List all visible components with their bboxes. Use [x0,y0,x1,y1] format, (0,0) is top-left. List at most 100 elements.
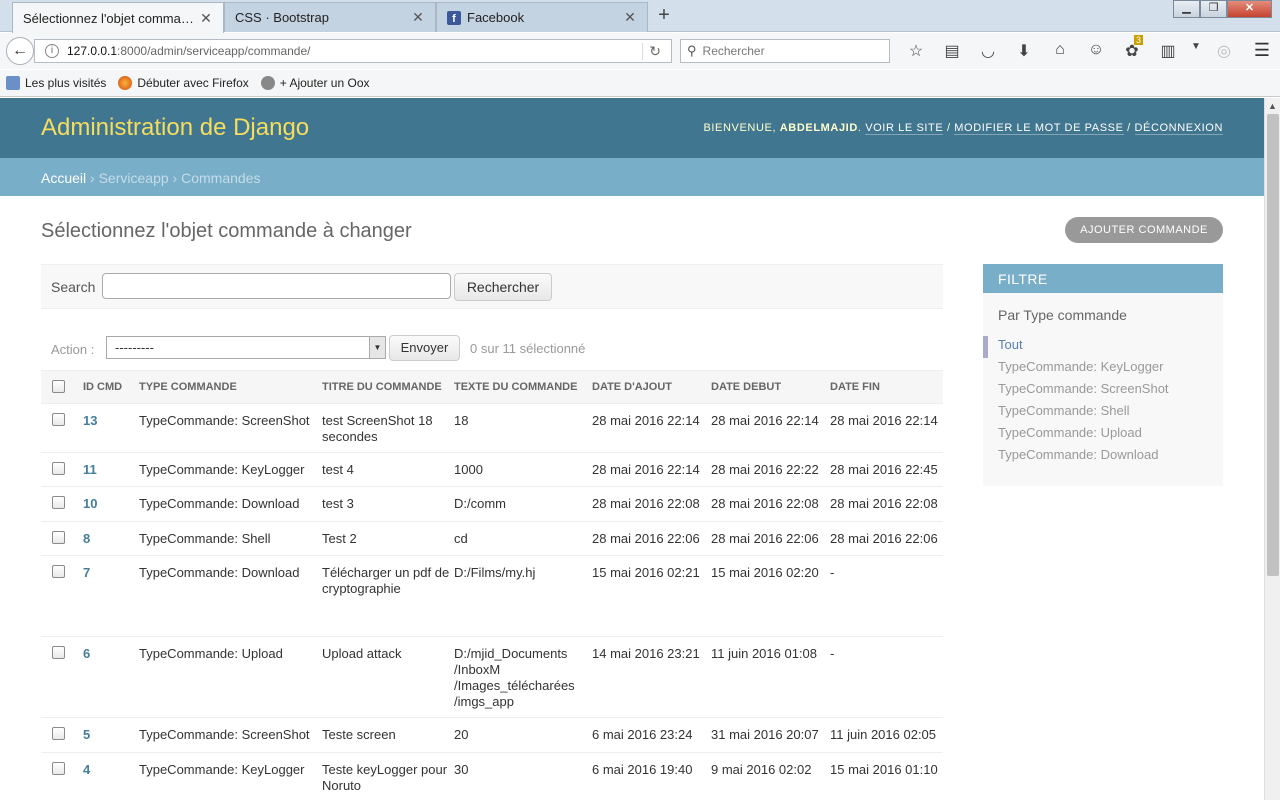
bookmark-folder-icon [6,76,20,90]
row-checkbox[interactable] [52,565,65,578]
cell-type: TypeCommande: KeyLogger [139,752,322,800]
search-button[interactable]: Rechercher [454,273,552,301]
cell-texte: cd [454,521,592,556]
reload-icon[interactable]: ↻ [642,43,661,60]
clipboard-icon[interactable]: ▥ [1150,41,1186,61]
filter-option-screenshot[interactable]: TypeCommande: ScreenShot [983,380,1223,402]
cell-titre: Teste keyLogger pour Noruto [322,752,454,800]
row-id-link[interactable]: 11 [83,462,97,477]
cell-date-debut: 11 juin 2016 01:08 [711,636,830,718]
row-checkbox[interactable] [52,496,65,509]
column-header-date-ajout[interactable]: Date d'ajout [592,370,711,404]
filter-option-download[interactable]: TypeCommande: Download [983,446,1223,468]
reading-list-icon[interactable]: ▤ [934,41,970,61]
bookmark-add-oox[interactable]: + Ajouter un Oox [260,76,370,90]
add-commande-button[interactable]: Ajouter commande [1065,217,1223,243]
column-header-date-fin[interactable]: Date fin [830,370,943,404]
hamburger-menu-icon[interactable]: ☰ [1254,40,1270,61]
pocket-icon[interactable]: ◡ [970,41,1006,61]
filter-option-keylogger[interactable]: TypeCommande: KeyLogger [983,358,1223,380]
actions-bar: Action : --------- ▼ Envoyer 0 sur 11 sé… [41,334,943,362]
row-checkbox[interactable] [52,413,65,426]
browser-search-input[interactable]: ⚲ Rechercher [680,39,890,63]
addon-badge: 3 [1134,35,1144,45]
cell-date-fin: - [830,555,943,637]
row-checkbox[interactable] [52,762,65,775]
dropdown-arrow-icon[interactable]: ▼ [1186,41,1206,61]
row-id-link[interactable]: 6 [83,646,90,661]
column-header-type[interactable]: Type commande [139,370,322,404]
cell-titre: Test 2 [322,521,454,556]
cell-date-ajout: 28 mai 2016 22:14 [592,403,711,453]
page-scrollbar[interactable]: ▲ [1264,98,1280,800]
row-id-link[interactable]: 7 [83,565,90,580]
bookmark-star-icon[interactable]: ☆ [898,41,934,61]
run-action-button[interactable]: Envoyer [389,335,460,361]
view-site-link[interactable]: Voir le site [865,122,944,135]
download-icon[interactable]: ⬇ [1006,41,1042,61]
bookmark-most-visited[interactable]: Les plus visités [6,76,106,90]
filter-option-shell[interactable]: TypeCommande: Shell [983,402,1223,424]
scroll-up-icon[interactable]: ▲ [1265,98,1280,114]
new-tab-button[interactable]: + [652,4,676,28]
cell-date-ajout: 14 mai 2016 23:21 [592,636,711,718]
column-header-id[interactable]: ID CMD [83,370,139,404]
filter-option-upload[interactable]: TypeCommande: Upload [983,424,1223,446]
row-id-link[interactable]: 13 [83,413,97,428]
breadcrumb-home[interactable]: Accueil [41,170,86,186]
scrollbar-thumb[interactable] [1267,114,1279,576]
bookmark-getting-started[interactable]: Débuter avec Firefox [118,76,249,90]
row-id-link[interactable]: 5 [83,727,90,742]
tab-close-icon[interactable]: ✕ [623,9,637,26]
cell-date-ajout: 15 mai 2016 02:21 [592,555,711,637]
row-checkbox[interactable] [52,531,65,544]
change-password-link[interactable]: Modifier le mot de passe [954,122,1124,135]
table-row: 6 TypeCommande: Upload Upload attack D:/… [41,636,943,718]
column-header-titre[interactable]: Titre du commande [322,370,454,404]
site-name[interactable]: Administration de Django [41,114,309,142]
row-id-link[interactable]: 8 [83,531,90,546]
row-checkbox[interactable] [52,462,65,475]
select-all-checkbox[interactable] [52,380,65,393]
addon-icon[interactable]: ✿ 3 [1114,35,1150,61]
row-id-link[interactable]: 10 [83,496,97,511]
column-header-texte[interactable]: Texte du commande [454,370,592,404]
column-header-date-debut[interactable]: Date debut [711,370,830,404]
cell-date-debut: 28 mai 2016 22:06 [711,521,830,556]
cell-date-ajout: 6 mai 2016 19:40 [592,752,711,800]
row-id-link[interactable]: 4 [83,762,90,777]
minimize-icon[interactable]: ▁ [1173,0,1200,18]
window-close-icon[interactable]: ✕ [1227,0,1272,18]
bookmarks-bar: Les plus visités Débuter avec Firefox + … [0,70,1280,97]
tab-admin[interactable]: Sélectionnez l'objet command... ✕ [12,2,224,33]
tab-close-icon[interactable]: ✕ [199,10,213,27]
tab-facebook[interactable]: f Facebook ✕ [436,2,648,32]
info-icon[interactable]: i [45,44,59,58]
logout-link[interactable]: Déconnexion [1134,122,1223,135]
action-select[interactable]: --------- ▼ [106,336,386,359]
chat-icon[interactable]: ☺ [1078,41,1114,61]
filter-option-all[interactable]: Tout [983,336,1223,358]
cell-date-debut: 15 mai 2016 02:20 [711,555,830,637]
sync-icon[interactable]: ◎ [1206,41,1242,61]
tab-title: Facebook [467,10,525,25]
action-select-value: --------- [115,340,154,355]
tab-bootstrap[interactable]: CSS · Bootstrap ✕ [224,2,436,32]
selection-counter: 0 sur 11 sélectionné [470,341,586,356]
row-checkbox[interactable] [52,727,65,740]
row-checkbox[interactable] [52,646,65,659]
globe-icon [260,76,275,90]
table-row: 10 TypeCommande: Download test 3 D:/comm… [41,486,943,522]
cell-titre: Upload attack [322,636,454,718]
table-row: 7 TypeCommande: Download Télécharger un … [41,555,943,637]
cell-date-debut: 28 mai 2016 22:08 [711,486,830,522]
chevron-down-icon: ▼ [369,337,385,358]
breadcrumb-app[interactable]: Serviceapp [99,170,169,186]
search-input[interactable] [102,273,451,299]
maximize-icon[interactable]: ❐ [1200,0,1227,18]
home-icon[interactable]: ⌂ [1042,41,1078,61]
tab-close-icon[interactable]: ✕ [411,9,425,26]
url-bar[interactable]: i 127.0.0.1:8000/admin/serviceapp/comman… [34,39,672,63]
back-arrow-icon[interactable]: ← [6,37,34,65]
cell-type: TypeCommande: ScreenShot [139,717,322,753]
